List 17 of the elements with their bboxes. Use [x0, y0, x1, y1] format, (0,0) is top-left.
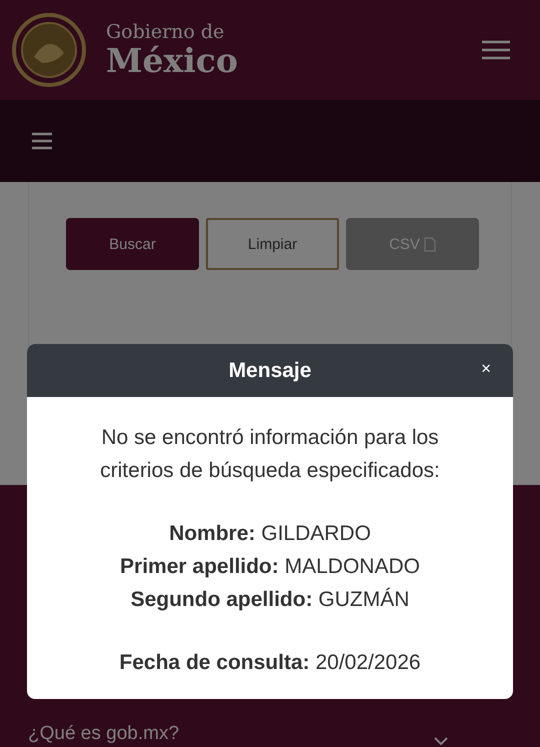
- close-button[interactable]: ×: [479, 359, 493, 379]
- field-line: Primer apellido: MALDONADO: [119, 554, 421, 580]
- menu-icon[interactable]: [32, 132, 52, 150]
- footer-heading[interactable]: ¿Qué es gob.mx?: [28, 723, 180, 745]
- field-line: Segundo apellido: GUZMÁN: [130, 586, 410, 613]
- field-line: Nombre: GILDARDO: [168, 521, 372, 547]
- message-text: No se encontró información para los criterios de búsqueda especificados:: [99, 425, 441, 484]
- logo-text: México: [106, 44, 238, 77]
- action-button[interactable]: Limpiar: [206, 218, 340, 270]
- modal-title: Mensaje: [228, 358, 312, 382]
- menu-icon[interactable]: [482, 40, 510, 60]
- query-date: Fecha de consulta: 20/02/2026: [118, 650, 422, 676]
- emblem-icon: [12, 13, 86, 87]
- chevron-icon[interactable]: [434, 737, 448, 745]
- action-button[interactable]: Buscar: [66, 218, 199, 270]
- logo-text: Gobierno de: [106, 23, 226, 42]
- file-icon: [424, 236, 436, 252]
